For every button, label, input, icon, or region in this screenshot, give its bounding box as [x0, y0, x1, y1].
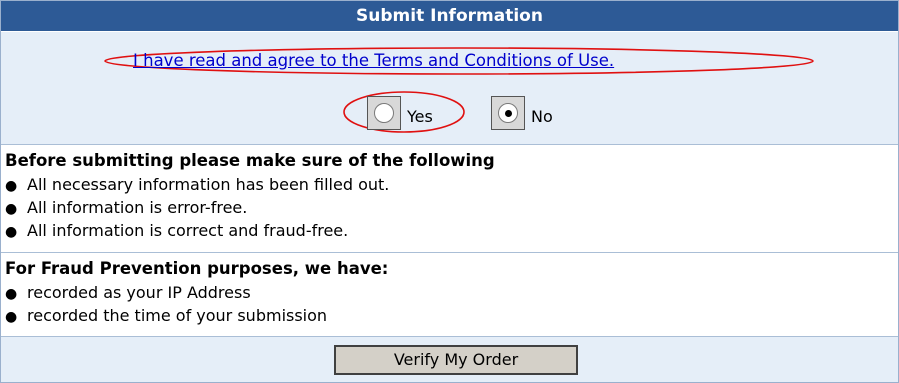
panel-header: Submit Information	[1, 1, 898, 31]
panel-footer: Verify My Order	[1, 337, 898, 382]
panel-title: Submit Information	[356, 6, 543, 26]
verify-order-button[interactable]: Verify My Order	[334, 345, 578, 375]
checklist-title: Before submitting please make sure of th…	[5, 151, 495, 170]
fraud-item: ● recorded as your IP Address	[5, 283, 251, 302]
fraud-prevention-title: For Fraud Prevention purposes, we have:	[5, 259, 389, 278]
terms-agreement-radio-group: Yes No	[1, 86, 898, 138]
terms-and-conditions-link[interactable]: I have read and agree to the Terms and C…	[133, 51, 614, 70]
fraud-item: ● recorded the time of your submission	[5, 306, 328, 325]
checklist-section: Before submitting please make sure of th…	[1, 145, 898, 253]
bullet-icon: ●	[5, 309, 18, 325]
terms-link-wrapper: I have read and agree to the Terms and C…	[101, 44, 821, 78]
checklist-item: ● All information is correct and fraud-fr…	[5, 221, 349, 240]
yes-radio-label: Yes	[407, 107, 433, 126]
bullet-icon: ●	[5, 224, 18, 240]
no-radio-selected-dot	[505, 110, 512, 117]
yes-radio-circle	[374, 103, 394, 123]
yes-highlight-ellipse	[343, 91, 465, 133]
fraud-prevention-section: For Fraud Prevention purposes, we have: …	[1, 253, 898, 337]
submit-information-panel: Submit Information I have read and agree…	[0, 0, 899, 383]
terms-section: I have read and agree to the Terms and C…	[1, 32, 898, 145]
bullet-icon: ●	[5, 178, 18, 194]
bullet-icon: ●	[5, 201, 18, 217]
checklist-item: ● All necessary information has been fill…	[5, 175, 390, 194]
checklist-item: ● All information is error-free.	[5, 198, 248, 217]
no-radio[interactable]	[491, 96, 525, 130]
no-radio-circle	[498, 103, 518, 123]
no-radio-label: No	[531, 107, 553, 126]
yes-radio[interactable]	[367, 96, 401, 130]
bullet-icon: ●	[5, 286, 18, 302]
